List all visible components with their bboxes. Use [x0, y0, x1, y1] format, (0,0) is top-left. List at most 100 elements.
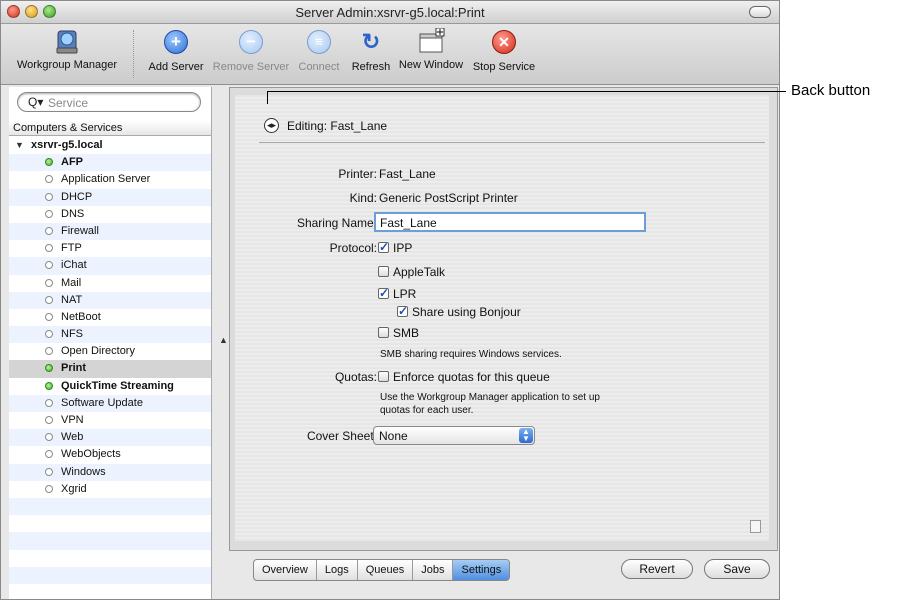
service-item-print[interactable]: Print [9, 360, 211, 378]
service-item-vpn[interactable]: VPN [9, 412, 211, 429]
enforce-quotas-label: Enforce quotas for this queue [393, 370, 550, 384]
smb-checkbox[interactable] [378, 327, 389, 338]
share-using-bonjour-checkbox[interactable]: ✓ [397, 305, 408, 317]
service-label: Mail [61, 276, 82, 289]
appletalk-checkbox[interactable] [378, 266, 389, 277]
service-status-icon [45, 347, 53, 356]
remove-server-button[interactable]: − Remove Server [211, 28, 291, 73]
service-status-icon [45, 381, 53, 390]
tab-jobs[interactable]: Jobs [413, 560, 454, 580]
service-item-afp[interactable]: AFP [9, 154, 211, 172]
settings-panel: ◂▸ Editing: Fast_Lane Printer: Kind: Sha… [229, 87, 778, 551]
service-status-icon [45, 450, 53, 459]
service-status-icon [45, 192, 53, 201]
smb-label: SMB [393, 326, 420, 340]
tab-settings[interactable]: Settings [453, 560, 510, 580]
refresh-icon: ↻ [361, 29, 381, 54]
tab-queues[interactable]: Queues [358, 560, 414, 580]
printer-value: Fast_Lane [379, 167, 436, 181]
service-label: Windows [61, 465, 106, 478]
server-admin-window: Server Admin:xsrvr-g5.local:Print Workgr… [0, 0, 780, 600]
toolbar-toggle-button[interactable] [749, 6, 771, 18]
service-item-quicktime-streaming[interactable]: QuickTime Streaming [9, 378, 211, 395]
globe-server-icon [53, 28, 81, 56]
service-status-icon [45, 330, 53, 339]
save-button[interactable]: Save [704, 559, 770, 579]
service-label: NFS [61, 328, 83, 341]
workgroup-manager-label: Workgroup Manager [16, 59, 118, 71]
split-view-divider[interactable]: ▲ [219, 87, 228, 599]
service-item-nfs[interactable]: NFS [9, 326, 211, 344]
service-item-firewall[interactable]: Firewall [9, 222, 211, 241]
service-status-icon [45, 398, 53, 407]
service-label: Print [61, 362, 87, 375]
form-labels: Printer: Kind: Sharing Name: Protocol: Q… [235, 95, 377, 535]
service-label: WebObjects [61, 448, 121, 461]
service-item-nat[interactable]: NAT [9, 291, 211, 309]
stop-service-button[interactable]: ✕ Stop Service [469, 28, 539, 73]
service-item-windows[interactable]: Windows [9, 463, 211, 481]
new-window-button[interactable]: New Window [397, 27, 465, 71]
workgroup-manager-button[interactable]: Workgroup Manager [5, 28, 129, 71]
service-item-netboot[interactable]: NetBoot [9, 309, 211, 326]
kind-label: Kind: [349, 191, 377, 205]
sharing-name-input[interactable]: Fast_Lane [374, 212, 646, 232]
lpr-checkbox[interactable]: ✓ [378, 287, 389, 299]
service-item-software-update[interactable]: Software Update [9, 394, 211, 412]
service-item-xgrid[interactable]: Xgrid [9, 481, 211, 498]
enforce-quotas-checkbox[interactable] [378, 371, 389, 382]
quotas-note-line-1: Use the Workgroup Manager application to… [380, 392, 600, 403]
service-status-icon [45, 226, 53, 235]
printer-label: Printer: [338, 167, 377, 181]
add-server-label: Add Server [148, 61, 204, 73]
add-server-button[interactable]: + Add Server [141, 28, 211, 73]
service-item-ichat[interactable]: iChat [9, 257, 211, 275]
window-title: Server Admin:xsrvr-g5.local:Print [295, 5, 485, 20]
callout-leader-line [268, 91, 786, 92]
service-label: Xgrid [61, 482, 87, 495]
settings-pane: ◂▸ Editing: Fast_Lane Printer: Kind: Sha… [235, 95, 769, 541]
protocol-label: Protocol: [329, 241, 377, 255]
service-item-ftp[interactable]: FTP [9, 240, 211, 257]
tab-overview[interactable]: Overview [254, 560, 317, 580]
connect-label: Connect [298, 61, 340, 73]
service-list: ▼ xsrvr-g5.local AFP Application Server DH… [9, 137, 211, 584]
service-status-icon [45, 158, 53, 167]
sharing-name-label: Sharing Name: [296, 216, 377, 230]
disclosure-triangle-icon[interactable]: ▼ [15, 137, 24, 154]
service-label: Open Directory [61, 345, 135, 358]
service-item-webobjects[interactable]: WebObjects [9, 446, 211, 463]
new-window-icon [417, 27, 445, 56]
service-label: Firewall [61, 224, 99, 237]
search-placeholder: Service [48, 96, 89, 110]
service-item-dns[interactable]: DNS [9, 206, 211, 223]
bottom-bar: Overview Logs Queues Jobs Settings Revert Sa… [229, 553, 778, 599]
service-label: DHCP [61, 190, 93, 203]
computers-services-header[interactable]: Computers & Services [9, 121, 211, 136]
connect-button[interactable]: ≡ Connect [293, 28, 345, 73]
revert-button[interactable]: Revert [621, 559, 693, 579]
cover-sheet-select[interactable]: None ▲ ▼ [373, 426, 535, 445]
ipp-checkbox[interactable]: ✓ [378, 241, 389, 253]
cover-sheet-value: None [379, 429, 408, 443]
service-label: Software Update [61, 396, 143, 409]
service-item-application-server[interactable]: Application Server [9, 171, 211, 188]
server-row[interactable]: ▼ xsrvr-g5.local [9, 137, 211, 154]
service-search-field[interactable]: Q▾ Service [17, 92, 201, 112]
service-label: DNS [61, 207, 85, 220]
service-item-mail[interactable]: Mail [9, 275, 211, 292]
cover-sheet-label: Cover Sheet: [306, 429, 377, 443]
stop-service-label: Stop Service [472, 61, 536, 73]
service-label: FTP [61, 242, 82, 255]
callout-leader-tick [267, 91, 268, 104]
service-item-web[interactable]: Web [9, 429, 211, 447]
services-sidebar: Q▾ Service Computers & Services ▼ xsrvr-… [9, 87, 212, 599]
add-server-icon: + [164, 30, 188, 54]
appletalk-label: AppleTalk [393, 265, 446, 279]
refresh-button[interactable]: ↻ Refresh [345, 28, 397, 74]
service-item-dhcp[interactable]: DHCP [9, 188, 211, 206]
document-icon [750, 520, 761, 533]
service-item-open-directory[interactable]: Open Directory [9, 343, 211, 360]
collapse-arrow-icon[interactable]: ▲ [219, 335, 228, 345]
tab-logs[interactable]: Logs [317, 560, 358, 580]
